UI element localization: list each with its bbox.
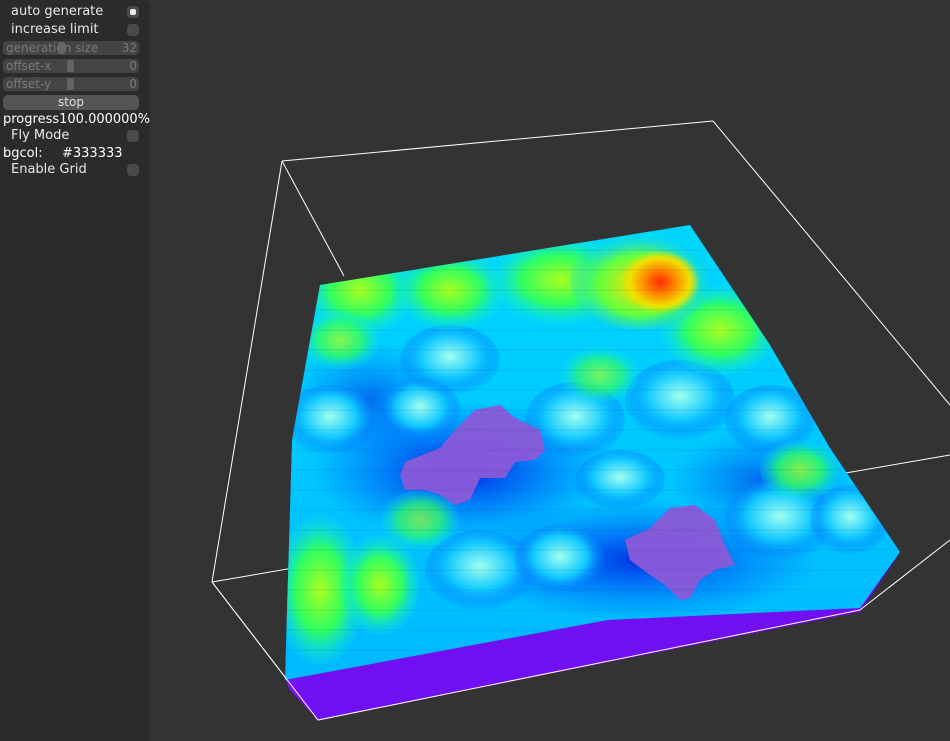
increase-limit-row[interactable]: increase limit [3,22,139,38]
terrain-viewport[interactable] [150,0,950,741]
offset-x-slider[interactable]: offset-x 0 [3,59,139,73]
offset-y-slider[interactable]: offset-y 0 [3,77,139,91]
enable-grid-row[interactable]: Enable Grid [3,162,139,178]
progress-readout: progress100.000000% [3,112,150,128]
offset-y-label: offset-y [6,77,52,91]
stop-button[interactable]: stop [3,95,139,110]
control-panel: auto generate increase limit generation … [0,0,150,741]
fly-mode-label: Fly Mode [11,128,70,143]
increase-limit-label: increase limit [11,22,99,37]
offset-x-value: 0 [129,59,137,73]
fly-mode-checkbox[interactable] [127,130,139,142]
auto-generate-label: auto generate [11,4,104,19]
fly-mode-row[interactable]: Fly Mode [3,128,139,144]
offset-x-label: offset-x [6,59,52,73]
offset-y-value: 0 [129,77,137,91]
increase-limit-checkbox[interactable] [127,24,139,36]
terrain-scene [211,120,950,721]
auto-generate-checkbox[interactable] [127,6,139,18]
app-window: auto generate increase limit generation … [0,0,950,741]
enable-grid-checkbox[interactable] [127,164,139,176]
generation-size-label: generation size [6,41,99,55]
bgcol-value[interactable]: #333333 [62,146,123,162]
box-edge [281,120,714,162]
bgcol-label: bgcol: [3,146,43,161]
box-edge [281,160,345,277]
offset-x-handle[interactable] [67,60,74,72]
offset-y-handle[interactable] [67,78,74,90]
progress-value: 100.000000% [59,112,151,127]
generation-size-handle[interactable] [58,42,65,54]
progress-label: progress [3,112,60,127]
auto-generate-row[interactable]: auto generate [3,4,139,20]
enable-grid-label: Enable Grid [11,162,87,177]
generation-size-value: 32 [121,41,137,55]
box-edge [211,160,283,583]
generation-size-slider[interactable]: generation size 32 [3,41,139,55]
